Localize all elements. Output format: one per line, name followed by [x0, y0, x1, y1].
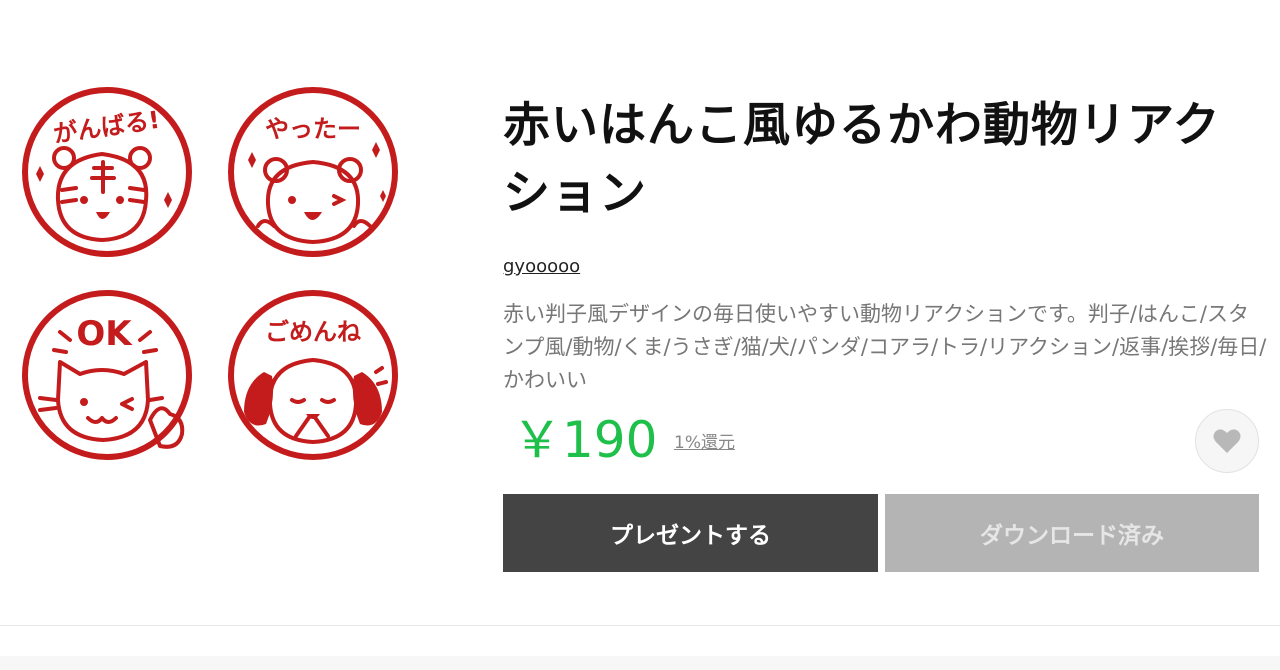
product-description: 赤い判子風デザインの毎日使いやすい動物リアクションです。判子/はんこ/スタンプ風…: [503, 302, 1267, 392]
reward-link[interactable]: 1%還元: [674, 428, 735, 453]
stamp-cat-label: OK: [76, 314, 133, 354]
heart-icon: [1213, 429, 1241, 453]
stamp-bear: やったー: [228, 87, 398, 257]
price: ￥190: [512, 411, 658, 469]
product-title: 赤いはんこ風ゆるかわ動物リアクション: [503, 98, 1221, 221]
divider: [0, 625, 1280, 626]
author-link[interactable]: gyooooo: [503, 256, 580, 277]
stamp-tiger: がんばる!: [22, 87, 192, 257]
favorite-button[interactable]: [1195, 409, 1259, 473]
stamp-dog: ごめんね: [228, 290, 398, 460]
sticker-preview-grid: がんばる! やったー OK ごめんね: [0, 0, 440, 500]
stamp-bear-label: やったー: [265, 115, 361, 143]
gift-button[interactable]: プレゼントする: [503, 494, 878, 572]
bottom-band: [0, 656, 1280, 670]
stamp-dog-label: ごめんね: [265, 318, 361, 346]
download-button: ダウンロード済み: [885, 494, 1259, 572]
stamp-cat: OK: [22, 290, 192, 460]
